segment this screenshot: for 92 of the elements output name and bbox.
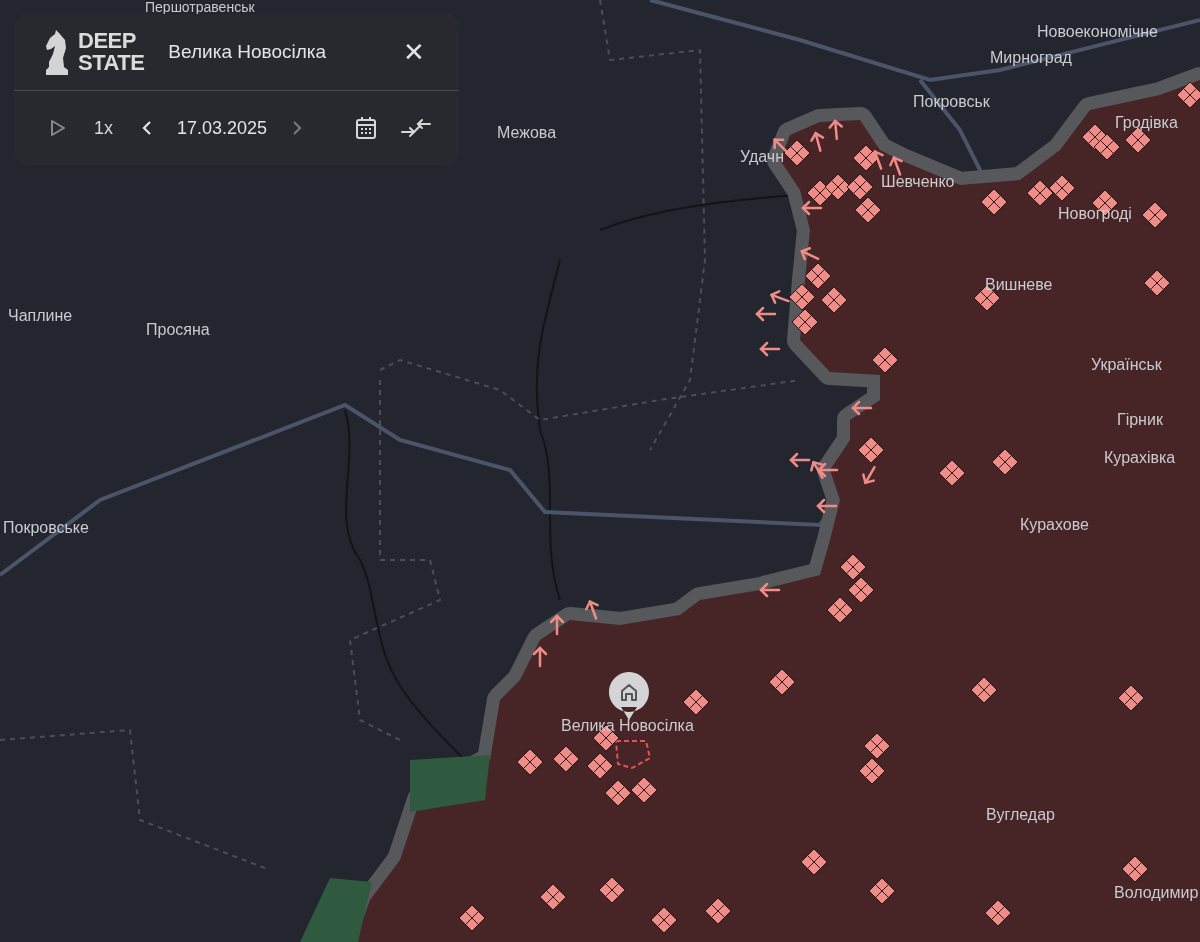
logo-text: DEEP [78,30,137,52]
chevron-left-icon[interactable] [141,119,153,137]
unit-marker-icon [1141,201,1169,229]
unit-marker-icon [783,139,811,167]
arrow-icon [828,119,843,141]
unit-marker-icon [847,576,875,604]
liberated-area [300,878,372,942]
place-label: Новогроді [1058,204,1132,224]
unit-marker-icon [824,173,852,201]
unit-marker-icon [938,459,966,487]
play-icon[interactable] [50,119,66,137]
unit-marker-icon [871,346,899,374]
unit-marker-icon [1176,81,1200,109]
unit-marker-icon [854,196,882,224]
unit-marker-icon [800,848,828,876]
arrow-icon [862,465,876,485]
logo-text: STATE [78,52,145,74]
unit-marker-icon [839,553,867,581]
unit-marker-icon [1026,179,1054,207]
area-outline [614,740,652,770]
arrow-icon [800,247,820,261]
unit-marker-icon [804,262,832,290]
place-label: Велика Новосілка [561,716,694,736]
unit-marker-icon [1093,133,1121,161]
unit-marker-icon [630,776,658,804]
place-label: Межова [497,123,557,143]
arrow-icon [851,400,873,416]
arrow-icon [532,646,548,668]
place-label: Мирноград [990,48,1072,68]
unit-marker-icon [598,876,626,904]
unit-marker-icon [682,688,710,716]
unit-marker-icon [991,448,1019,476]
unit-marker-icon [539,883,567,911]
place-label: Удачн [740,147,784,167]
arrow-icon [810,131,825,152]
unit-marker-icon [852,144,880,172]
unit-marker-icon [1117,684,1145,712]
close-button[interactable]: ✕ [399,39,429,65]
place-label: Просяна [146,320,210,340]
unit-marker-icon [970,676,998,704]
unit-marker-icon [868,877,896,905]
place-label: Гродівка [1115,113,1178,133]
unit-marker-icon [791,308,819,336]
unit-marker-icon [552,745,580,773]
unit-marker-icon [604,779,632,807]
arrow-icon [870,149,884,170]
place-label: Шевченко [881,172,955,192]
unit-marker-icon [1143,269,1171,297]
unit-marker-icon [458,904,486,932]
place-label: Гірник [1117,410,1163,430]
place-label: Покровське [3,518,89,538]
unit-marker-icon [857,436,885,464]
unit-marker-icon [858,757,886,785]
arrow-icon [759,582,781,598]
arrow-icon [549,614,565,636]
unit-marker-icon [863,732,891,760]
arrow-icon [755,306,777,322]
unit-marker-icon [768,668,796,696]
knight-logo-icon [44,29,70,75]
unit-marker-icon [984,899,1012,927]
place-label: Першотравенськ [145,0,255,14]
unit-marker-icon [650,906,678,934]
unit-marker-icon [1121,855,1149,883]
arrow-icon [769,290,790,304]
unit-marker-icon [788,283,816,311]
place-title: Велика Новосілка [168,39,328,64]
unit-marker-icon [846,173,874,201]
unit-marker-icon [1048,174,1076,202]
arrow-icon [759,341,781,357]
place-label: Володимир [1114,883,1199,903]
place-label: Українськ [1091,355,1162,375]
unit-marker-icon [586,752,614,780]
place-label: Покровськ [913,92,990,112]
calendar-icon[interactable] [355,116,377,140]
place-label: Курахівка [1104,448,1176,468]
arrow-icon [585,599,599,620]
arrow-icon [889,155,903,176]
collapse-icon[interactable] [401,117,431,139]
place-label: Курахове [1020,515,1089,535]
date-text: 17.03.2025 [177,116,268,140]
speed-button[interactable]: 1x [90,117,117,139]
place-label: Новоекономічне [1037,22,1158,42]
unit-marker-icon [704,897,732,925]
place-label: Вишневе [985,275,1053,295]
arrow-icon [816,498,838,514]
unit-marker-icon [516,748,544,776]
place-label: Вугледар [986,805,1055,825]
unit-marker-icon [820,286,848,314]
unit-marker-icon [980,188,1008,216]
unit-marker-icon [826,596,854,624]
place-label: Чаплине [8,306,73,326]
arrow-icon [801,200,823,216]
